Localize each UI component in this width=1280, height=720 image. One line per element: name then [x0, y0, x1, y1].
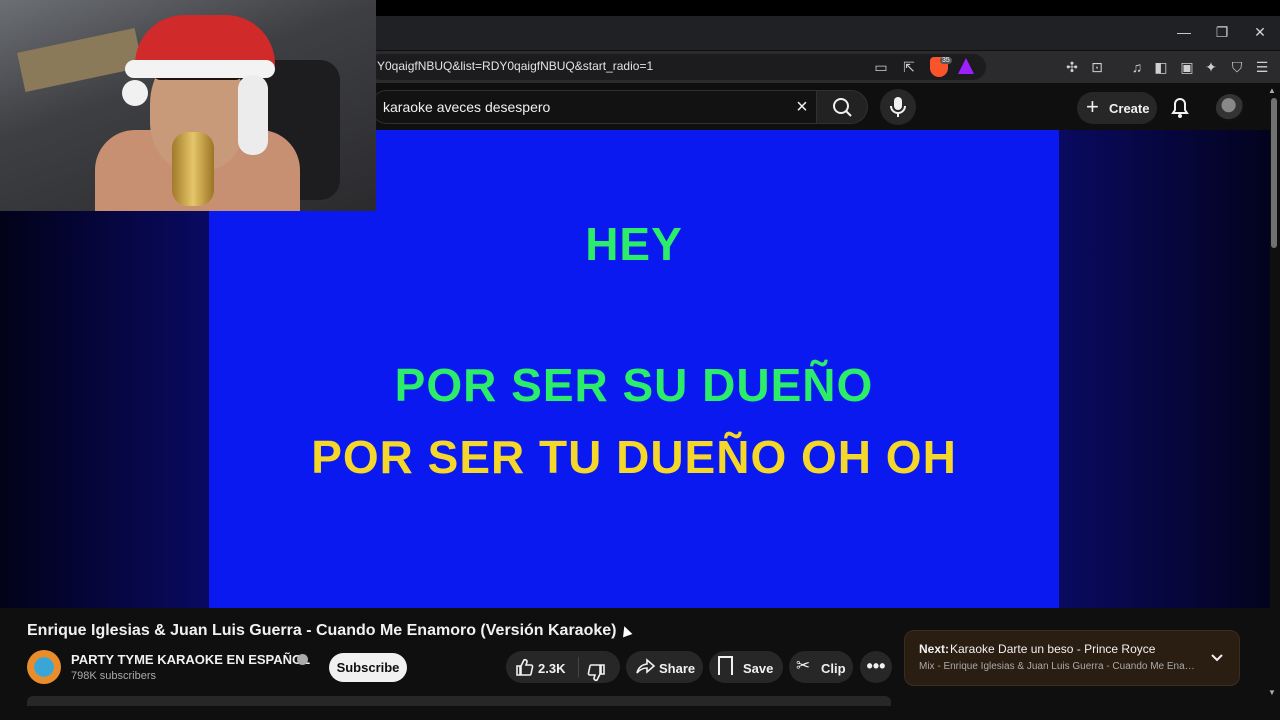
channel-avatar[interactable]	[27, 650, 61, 684]
up-next-panel[interactable]	[904, 630, 1240, 686]
clear-search-icon[interactable]: ×	[792, 95, 812, 119]
cast-icon[interactable]: ▭	[870, 56, 892, 78]
search-button[interactable]	[816, 90, 868, 124]
close-window-button[interactable]: ✕	[1248, 22, 1272, 42]
brave-shields-count: 35	[940, 57, 952, 64]
up-next-subtitle: Mix - Enrique Iglesias & Juan Luis Guerr…	[919, 661, 1195, 672]
like-count: 2.3K	[538, 661, 566, 676]
screenshot-icon[interactable]: ⊡	[1086, 56, 1108, 78]
voice-search-button[interactable]	[880, 89, 916, 125]
account-avatar[interactable]	[1216, 94, 1244, 122]
lyric-line-3: POR SER TU DUEÑO OH OH	[311, 431, 957, 483]
scroll-up-arrow-icon[interactable]: ▲	[1268, 86, 1276, 95]
share-label: Share	[659, 661, 696, 676]
like-divider	[578, 657, 579, 677]
notifications-bell-icon[interactable]	[1168, 94, 1192, 120]
menu-icon[interactable]: ☰	[1251, 56, 1273, 78]
headphones	[238, 75, 268, 155]
subscribe-button[interactable]: Subscribe	[329, 653, 407, 682]
create-label: Create	[1109, 101, 1150, 116]
minimize-button[interactable]: —	[1172, 22, 1196, 42]
extensions-icon[interactable]: ✣	[1061, 56, 1083, 78]
video-title: Enrique Iglesias & Juan Luis Guerra - Cu…	[27, 622, 617, 639]
dislike-button[interactable]	[587, 658, 607, 683]
description-box-edge	[27, 696, 891, 706]
media-icon[interactable]: ♫	[1126, 56, 1148, 78]
leo-ai-icon[interactable]: ✦	[1200, 56, 1222, 78]
share-page-icon[interactable]: ⇱	[898, 56, 920, 78]
webcam-background-shelf	[17, 27, 143, 93]
up-next-prefix: Next:	[919, 642, 950, 656]
webcam-overlay	[0, 0, 376, 211]
channel-name[interactable]: PARTY TYME KARAOKE EN ESPAÑOL	[71, 652, 310, 667]
thumbs-down-icon	[587, 664, 605, 682]
more-actions-button[interactable]: •••	[860, 651, 892, 683]
microphone-icon	[890, 97, 906, 117]
subscriber-count: 798K subscribers	[71, 670, 156, 682]
scroll-down-arrow-icon[interactable]: ▼	[1268, 688, 1276, 697]
mouse-cursor-icon	[619, 624, 633, 638]
verified-badge-icon	[297, 654, 308, 665]
search-query-text[interactable]: karaoke aveces desespero	[383, 99, 550, 115]
up-next-title[interactable]: Karaoke Darte un beso - Prince Royce	[950, 642, 1155, 656]
like-button[interactable]	[514, 657, 534, 682]
thumbs-up-icon	[516, 658, 534, 676]
gold-microphone	[172, 132, 214, 206]
lyric-line-2: POR SER SU DUEÑO	[394, 359, 874, 411]
santa-hat-pompom	[122, 80, 148, 106]
save-label: Save	[743, 661, 774, 676]
wallet-icon[interactable]: ▣	[1176, 56, 1198, 78]
scissors-icon: ✂	[796, 656, 811, 675]
brave-rewards-icon[interactable]	[958, 58, 974, 74]
bookmark-icon	[718, 656, 733, 675]
clip-label: Clip	[821, 661, 846, 676]
url-text[interactable]: Y0qaigfNBUQ&list=RDY0qaigfNBUQ&start_rad…	[377, 59, 653, 73]
sidebar-icon[interactable]: ◧	[1150, 56, 1172, 78]
restore-button[interactable]: ❐	[1210, 22, 1234, 42]
plus-icon: +	[1086, 94, 1099, 119]
chevron-down-icon[interactable]	[1208, 648, 1226, 666]
lyric-line-1: HEY	[585, 218, 683, 270]
vpn-icon[interactable]: ⛉	[1226, 56, 1248, 78]
scrollbar-thumb[interactable]	[1271, 98, 1277, 248]
share-arrow-icon	[634, 655, 656, 682]
search-icon	[833, 98, 852, 117]
